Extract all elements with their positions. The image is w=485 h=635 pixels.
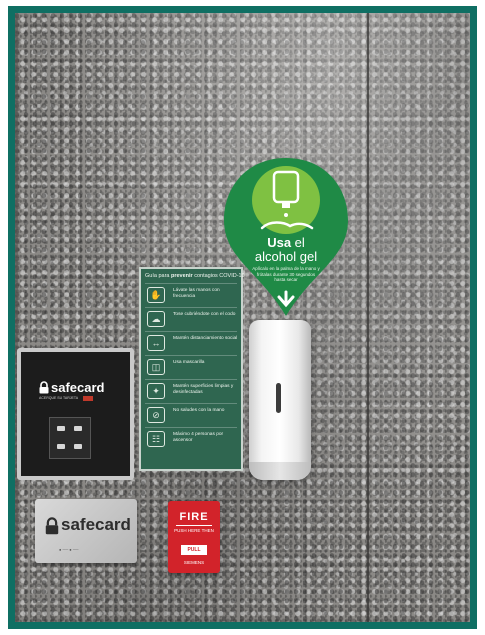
card-reader-fine-print: ACERQUE SU TARJETA (39, 396, 79, 400)
poster-heading-bold: prevenir (169, 273, 193, 279)
card-reader[interactable]: safecard ACERQUE SU TARJETA (17, 348, 134, 480)
photo-frame: Usa el alcohol gel Aplícalo en la palma … (8, 6, 477, 629)
tap-pad-contact (57, 426, 65, 431)
no-face-touch-icon: ⊘ (147, 407, 165, 423)
poster-rule-text: Tose cubriéndote con el codo (173, 312, 236, 317)
card-reader-brand: safecard (51, 380, 105, 395)
gel-dispenser[interactable] (249, 320, 311, 480)
poster-rule: ☷ Máximo 4 personas por ascensor (145, 427, 237, 451)
poster-heading-suffix: contagios COVID-19 (192, 273, 245, 279)
covid-poster: Guía para prevenir contagios COVID-19 ✋ … (139, 267, 245, 471)
poster-rule-text: Máximo 4 personas por ascensor (173, 432, 224, 443)
card-reader-tap-pad[interactable] (49, 417, 91, 459)
safecard-plate-brand: safecard (61, 515, 131, 534)
sanitizer-title-rest: el (291, 235, 305, 250)
tap-pad-contact (57, 444, 65, 449)
poster-rule-text: Mantén superficies limpias y desinfectad… (173, 384, 234, 395)
sanitizer-title-bold: Usa (267, 235, 292, 250)
poster-rule-text: No saludes con la mano (173, 408, 225, 413)
poster-rule-text: Usa mascarilla (173, 360, 205, 365)
poster-rule-text: Mantén distanciamiento social (173, 336, 238, 341)
sanitizer-sign-title: Usa el alcohol gel (224, 236, 348, 264)
poster-rule: ✋ Lávate las manos con frecuencia (145, 283, 237, 307)
wall-seam (367, 13, 369, 622)
group-limit-icon: ☷ (147, 431, 165, 447)
granite-wall: Usa el alcohol gel Aplícalo en la palma … (15, 13, 470, 622)
mask-icon: ◫ (147, 359, 165, 375)
fire-alarm-divider (176, 525, 212, 526)
wall-edge (15, 13, 18, 622)
poster-rule-text: Lávate las manos con frecuencia (173, 288, 220, 299)
dispenser-push-base[interactable] (249, 462, 311, 480)
sanitizer-title-line2: alcohol gel (254, 249, 318, 264)
fire-alarm-title: FIRE (179, 511, 209, 523)
cough-icon: ☁ (147, 311, 165, 327)
poster-rule: ✦ Mantén superficies limpias y desinfect… (145, 379, 237, 403)
fire-alarm-pull-station[interactable]: FIRE PUSH HERE THEN PULL SIEMENS (168, 501, 220, 573)
card-reader-indicator (83, 396, 93, 401)
fire-alarm-push-text: PUSH HERE THEN (174, 528, 214, 533)
sanitizer-sign-subtitle: Aplícalo en la palma de la mano y frótal… (252, 266, 320, 282)
distance-icon: ↔ (147, 335, 165, 351)
poster-heading-prefix: Guía para (145, 273, 170, 279)
poster-rule: ◫ Usa mascarilla (145, 355, 237, 379)
poster-rule: ☁ Tose cubriéndote con el codo (145, 307, 237, 331)
lock-icon (45, 517, 59, 535)
tap-pad-contact (74, 444, 82, 449)
fire-alarm-pull-handle[interactable]: PULL (181, 545, 207, 555)
safecard-plate: safecard ● ── ● ── (35, 499, 137, 563)
lock-icon (39, 381, 49, 394)
hand-wash-icon: ✋ (147, 287, 165, 303)
dispenser-level-window (276, 383, 281, 413)
safecard-plate-fine-print: ● ── ● ── (59, 547, 79, 552)
card-reader-logo: safecard (39, 380, 109, 406)
tap-pad-contact (74, 426, 82, 431)
fire-alarm-brand: SIEMENS (183, 560, 205, 565)
poster-heading: Guía para prevenir contagios COVID-19 (141, 269, 245, 283)
disinfect-icon: ✦ (147, 383, 165, 399)
poster-rule: ↔ Mantén distanciamiento social (145, 331, 237, 355)
poster-rule: ⊘ No saludes con la mano (145, 403, 237, 427)
